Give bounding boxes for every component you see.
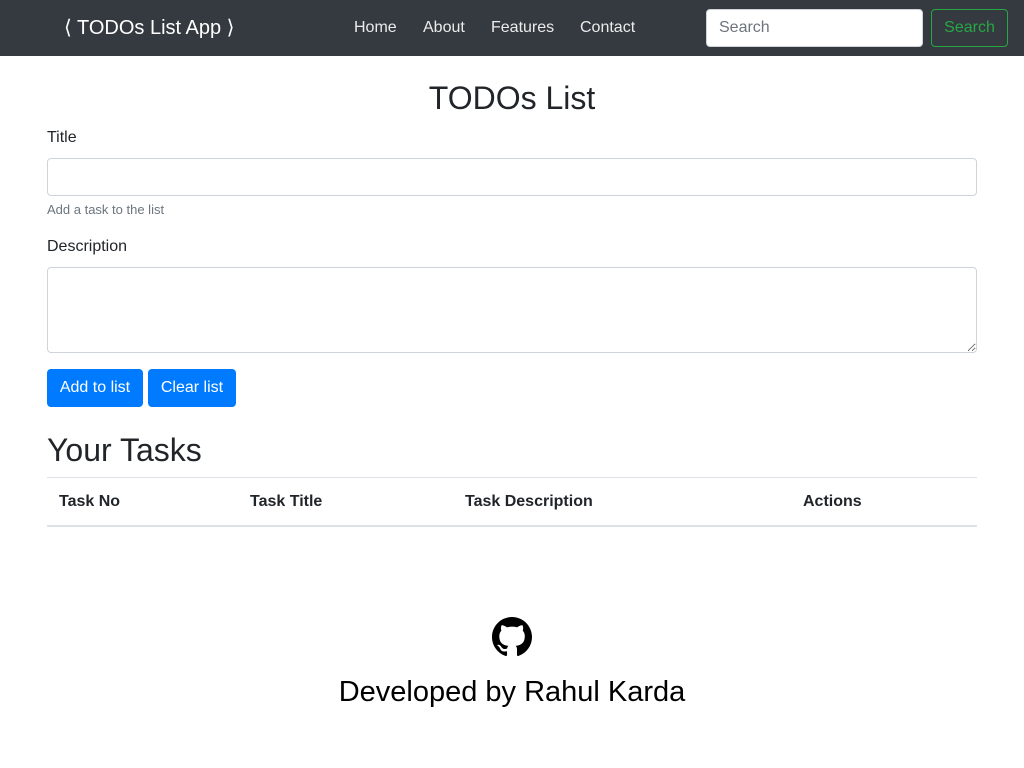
add-to-list-button[interactable]: Add to list bbox=[47, 369, 143, 407]
column-header-actions: Actions bbox=[803, 493, 862, 510]
navbar: ⟨ TODOs List App ⟩ Home About Features C… bbox=[0, 0, 1024, 56]
footer-credit: Developed by Rahul Karda bbox=[338, 676, 686, 708]
page-title: TODOs List bbox=[428, 80, 596, 116]
search-input[interactable] bbox=[706, 9, 923, 47]
github-icon[interactable] bbox=[492, 617, 532, 657]
nav-link-features[interactable]: Features bbox=[491, 18, 554, 38]
search-button[interactable]: Search bbox=[931, 9, 1008, 47]
nav-link-home[interactable]: Home bbox=[354, 18, 397, 38]
nav-link-about[interactable]: About bbox=[423, 18, 465, 38]
description-label: Description bbox=[47, 238, 128, 255]
title-input[interactable] bbox=[47, 158, 977, 196]
column-header-task-no: Task No bbox=[59, 493, 121, 510]
description-input[interactable] bbox=[47, 267, 977, 353]
table-header-divider bbox=[47, 525, 977, 527]
column-header-task-title: Task Title bbox=[250, 493, 323, 510]
tasks-heading: Your Tasks bbox=[47, 432, 202, 468]
brand-logo[interactable]: ⟨ TODOs List App ⟩ bbox=[64, 16, 235, 40]
clear-list-button[interactable]: Clear list bbox=[148, 369, 236, 407]
title-label: Title bbox=[47, 129, 77, 146]
nav-link-contact[interactable]: Contact bbox=[580, 18, 635, 38]
column-header-task-description: Task Description bbox=[465, 493, 593, 510]
title-help-text: Add a task to the list bbox=[47, 202, 165, 217]
table-top-border bbox=[47, 477, 977, 478]
